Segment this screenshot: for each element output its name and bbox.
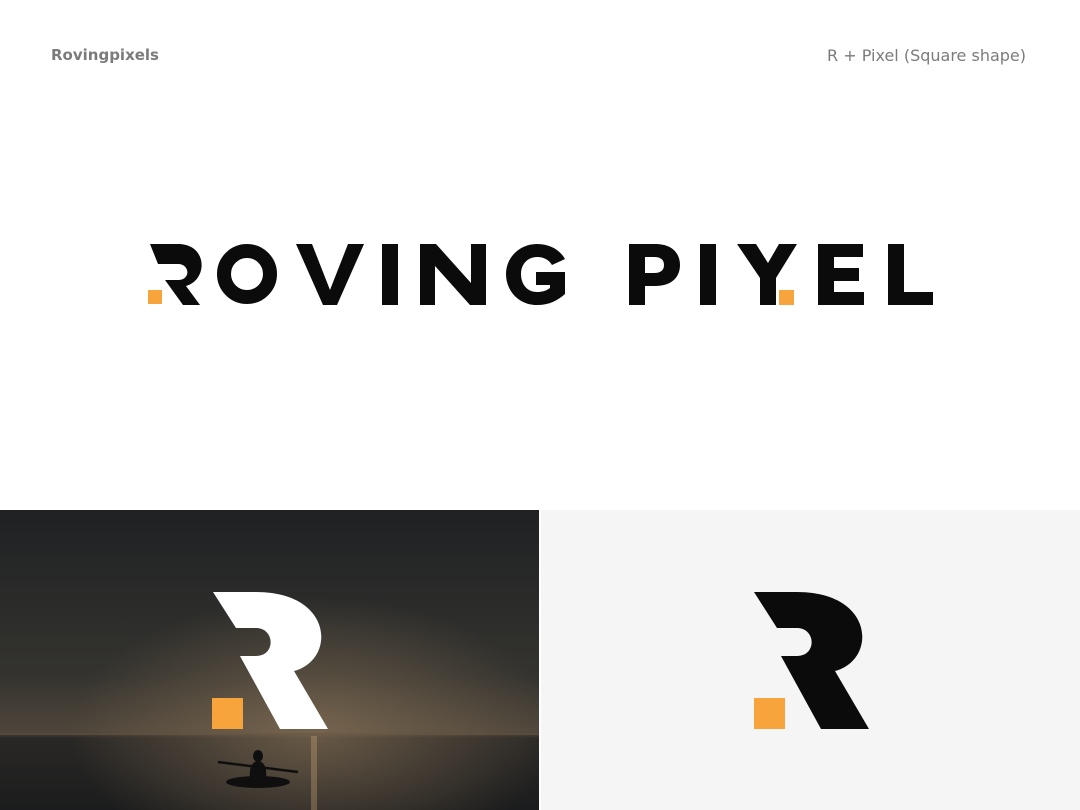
wordmark-letter-o: [217, 244, 277, 304]
wordmark-letter-n: [420, 244, 486, 305]
r-monogram-icon: [754, 592, 869, 729]
wordmark-letter-i: [382, 244, 398, 305]
pixel-square-icon: [779, 290, 794, 305]
wordmark-letter-x: [737, 244, 797, 305]
wordmark-letter-v: [296, 244, 364, 305]
wordmark-letter-e: [818, 244, 864, 305]
wordmark-letter-r: [148, 244, 202, 305]
pixel-square-icon: [212, 698, 243, 729]
light-logo-panel: [541, 510, 1080, 810]
sunset-kayak-photo: [0, 510, 539, 810]
dark-photo-panel: [0, 510, 539, 810]
pixel-square-icon: [148, 290, 162, 304]
wordmark-letter-p: [629, 244, 680, 305]
wordmark-letter-i-2: [700, 244, 716, 305]
wordmark-logo: [148, 244, 933, 305]
pixel-square-icon: [754, 698, 785, 729]
wordmark-letter-l: [888, 244, 933, 305]
wordmark-letter-g: [506, 244, 565, 305]
